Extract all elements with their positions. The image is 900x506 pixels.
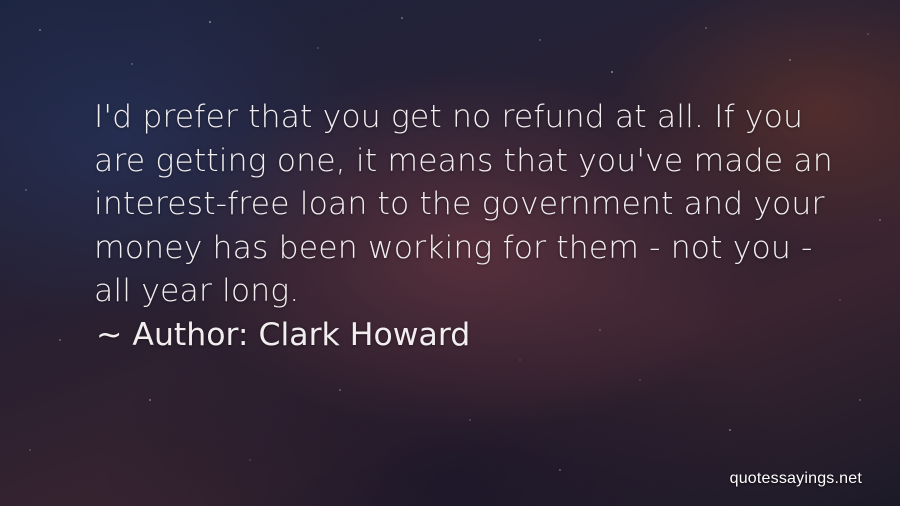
- quote-block: I'd prefer that you get no refund at all…: [94, 96, 854, 357]
- author-line: ~ Author: Clark Howard: [94, 314, 854, 358]
- quote-text: I'd prefer that you get no refund at all…: [94, 99, 833, 309]
- author-tilde: ~: [96, 316, 123, 353]
- site-watermark: quotessayings.net: [729, 470, 862, 487]
- author-name: Clark Howard: [258, 316, 471, 353]
- author-label: Author:: [132, 316, 249, 353]
